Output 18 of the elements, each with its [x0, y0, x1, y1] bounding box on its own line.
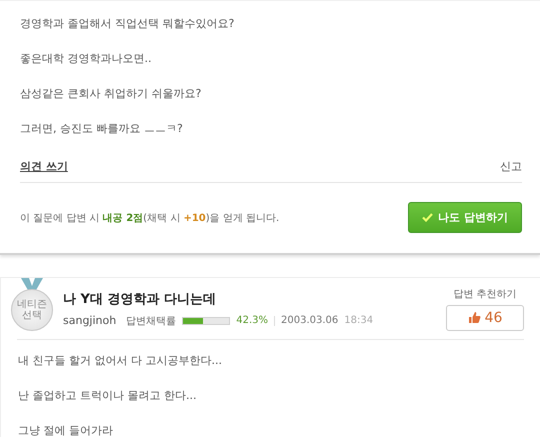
recommend-button[interactable]: 46 [446, 304, 524, 330]
rate-value: 42.3% [236, 315, 268, 326]
date-text: 2003.03.06 [281, 315, 338, 326]
report-link[interactable]: 신고 [500, 159, 522, 174]
time-text: 18:34 [344, 315, 374, 326]
write-opinion-link[interactable]: 의견 쓰기 [20, 159, 68, 174]
recommend-label: 답변 추천하기 [453, 288, 517, 300]
answer-text: 난 졸업하고 트럭이나 몰려고 한다... [18, 389, 198, 402]
rate-label: 답변채택률 [126, 314, 176, 328]
question-text: 경영학과 졸업해서 직업선택 뭐할수있어요? [20, 17, 236, 30]
question-text: 좋은대학 경영학과나오면.. [20, 52, 152, 65]
reward-notice: 이 질문에 답변 시 내공 2점(채택 시 +10)을 얻게 됩니다. [20, 212, 280, 224]
answer-text: 내 친구들 할거 없어서 다 고시공부한다... [18, 354, 223, 367]
answer-text: 그냥 절에 들어가라 [18, 424, 114, 437]
question-text: 그러면, 승진도 빠를까요 ㅡㅡㅋ? [20, 122, 184, 135]
question-text: 삼성같은 큰회사 취업하기 쉬울까요? [20, 87, 202, 100]
author-name[interactable]: sangjinoh [63, 314, 116, 327]
answer-title: 나 Y대 경영학과 다니는데 [63, 290, 217, 308]
